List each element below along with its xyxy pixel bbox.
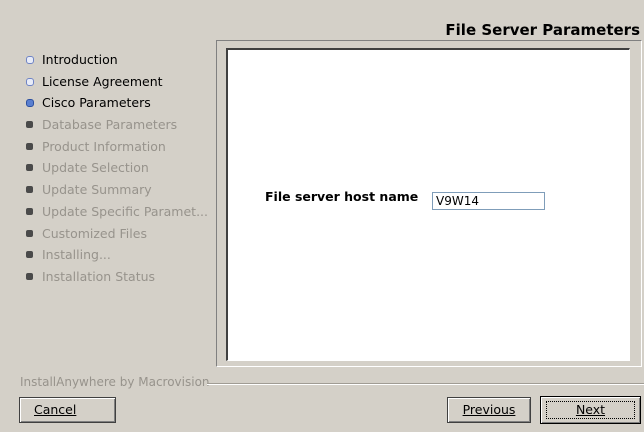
footer-divider [207, 383, 644, 385]
step-label: Cisco Parameters [42, 95, 151, 111]
step-bullet-icon [26, 121, 33, 129]
step-item: Cisco Parameters [26, 92, 214, 114]
step-item: Product Information [26, 136, 214, 158]
host-name-label: File server host name [265, 189, 419, 204]
page-title: File Server Parameters [445, 21, 640, 39]
step-label: Customized Files [42, 225, 147, 241]
step-bullet-icon [26, 186, 33, 194]
step-item: License Agreement [26, 71, 214, 93]
previous-button[interactable]: Previous [447, 397, 531, 423]
step-item: Installation Status [26, 266, 214, 288]
step-label: License Agreement [42, 73, 163, 89]
cancel-button-label: Cancel [34, 402, 77, 417]
vendor-label: InstallAnywhere by Macrovision [20, 375, 210, 389]
installer-steps-list: Introduction License Agreement Cisco Par… [26, 49, 214, 288]
step-bullet-icon [26, 99, 34, 108]
step-bullet-icon [26, 229, 33, 237]
host-name-input[interactable] [432, 192, 545, 210]
step-item: Database Parameters [26, 114, 214, 136]
step-label: Update Selection [42, 160, 149, 176]
step-label: Installing... [42, 247, 111, 263]
step-item: Introduction [26, 49, 214, 71]
step-label: Database Parameters [42, 117, 178, 133]
cancel-button[interactable]: Cancel [19, 397, 116, 423]
step-item: Installing... [26, 244, 214, 266]
step-item: Update Selection [26, 157, 214, 179]
step-label: Installation Status [42, 268, 156, 284]
step-bullet-icon [26, 77, 34, 86]
content-panel [226, 48, 630, 361]
step-label: Product Information [42, 138, 166, 154]
next-button[interactable]: Next [540, 396, 641, 424]
step-bullet-icon [26, 164, 33, 172]
previous-button-label: Previous [462, 402, 516, 417]
step-bullet-icon [26, 251, 33, 259]
step-bullet-icon [26, 56, 34, 64]
step-label: Update Summary [42, 182, 152, 198]
step-item: Customized Files [26, 223, 214, 245]
step-label: Update Specific Paramet... [42, 203, 208, 219]
step-bullet-icon [26, 142, 33, 150]
step-label: Introduction [42, 52, 118, 67]
step-item: Update Summary [26, 179, 214, 201]
focus-ring [546, 401, 635, 419]
step-bullet-icon [26, 207, 33, 215]
step-item: Update Specific Paramet... [26, 201, 214, 223]
step-bullet-icon [26, 272, 33, 280]
